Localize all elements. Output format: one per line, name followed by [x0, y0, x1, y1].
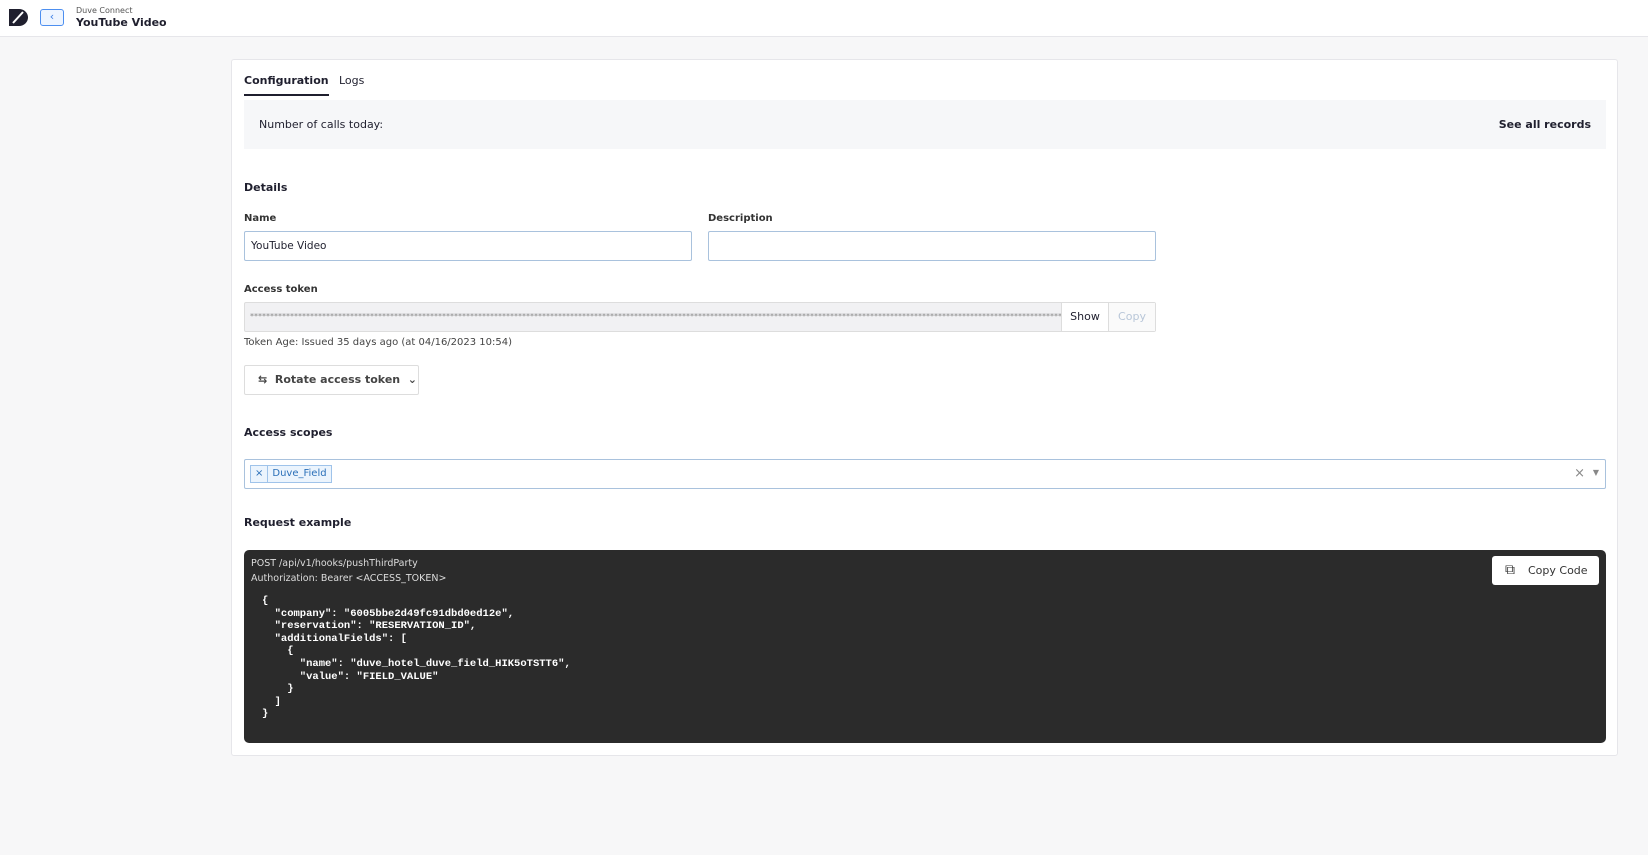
- top-bar: ‹ Duve Connect YouTube Video: [0, 0, 1648, 37]
- access-token-field: ****************************************…: [244, 302, 1156, 332]
- duve-logo-icon: [9, 9, 28, 26]
- name-label: Name: [244, 213, 277, 224]
- request-body: { "company": "6005bbe2d49fc91dbd0ed12e",…: [262, 595, 571, 721]
- token-mask: ****************************************…: [250, 312, 1061, 321]
- chevron-left-icon: ‹: [49, 10, 55, 23]
- calls-label: Number of calls today:: [259, 118, 384, 131]
- token-age: Token Age: Issued 35 days ago (at 04/16/…: [244, 337, 513, 348]
- auth-line: Authorization: Bearer <ACCESS_TOKEN>: [251, 573, 447, 584]
- access-token-label: Access token: [244, 284, 318, 295]
- code-block: POST /api/v1/hooks/pushThirdParty Authori…: [244, 550, 1606, 743]
- tab-configuration[interactable]: Configuration: [244, 74, 329, 96]
- rotate-icon: ⇆: [258, 373, 268, 386]
- rotate-token-button[interactable]: ⇆ Rotate access token ⌄: [244, 365, 419, 395]
- integration-card: Configuration Logs Number of calls today…: [231, 59, 1618, 756]
- back-button[interactable]: ‹: [40, 9, 64, 26]
- app-name: Duve Connect: [76, 6, 133, 15]
- request-line: POST /api/v1/hooks/pushThirdParty: [251, 558, 418, 569]
- calls-summary: Number of calls today: See all records: [244, 100, 1606, 149]
- name-input[interactable]: YouTube Video: [244, 231, 692, 261]
- copy-token-button[interactable]: Copy: [1108, 303, 1155, 331]
- rotate-label: Rotate access token: [274, 373, 401, 386]
- request-example-heading: Request example: [244, 516, 352, 529]
- access-scopes-heading: Access scopes: [244, 426, 333, 439]
- copy-code-label: Copy Code: [1528, 564, 1588, 577]
- copy-code-button[interactable]: ⧉ Copy Code: [1492, 556, 1599, 585]
- show-token-button[interactable]: Show: [1061, 303, 1108, 331]
- description-input[interactable]: [708, 231, 1156, 261]
- tab-logs[interactable]: Logs: [339, 74, 364, 94]
- dropdown-arrow-icon[interactable]: ▼: [1593, 468, 1599, 477]
- scope-chip-label: Duve_Field: [272, 468, 327, 479]
- scope-chip: × Duve_Field: [250, 465, 332, 483]
- description-label: Description: [708, 213, 773, 224]
- copy-icon: ⧉: [1505, 562, 1515, 578]
- access-scopes-select[interactable]: × Duve_Field × ▼: [244, 459, 1606, 489]
- clear-icon[interactable]: ×: [1574, 466, 1585, 481]
- remove-chip-icon[interactable]: ×: [251, 466, 269, 482]
- page-title: YouTube Video: [76, 16, 167, 29]
- chevron-down-icon: ⌄: [407, 373, 418, 386]
- details-heading: Details: [244, 181, 288, 194]
- see-all-records-link[interactable]: See all records: [1499, 118, 1591, 131]
